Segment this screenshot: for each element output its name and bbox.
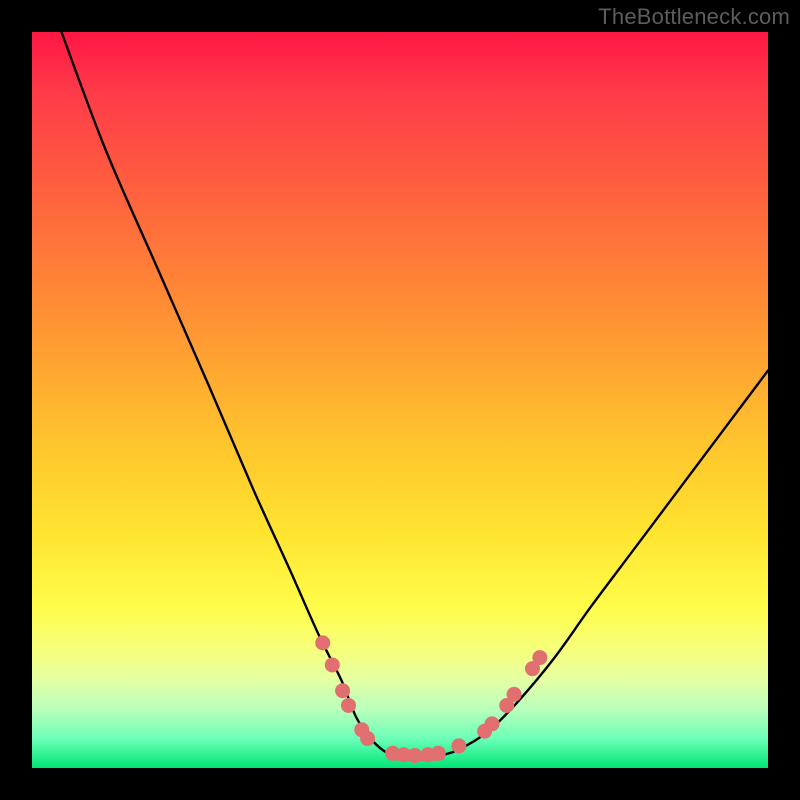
highlight-dots: [315, 635, 547, 763]
highlight-dot: [532, 650, 547, 665]
curve-left: [61, 32, 396, 755]
chart-frame: TheBottleneck.com: [0, 0, 800, 800]
highlight-dot: [485, 716, 500, 731]
highlight-dot: [451, 738, 466, 753]
watermark-label: TheBottleneck.com: [598, 4, 790, 30]
highlight-dot: [407, 748, 422, 763]
curve-right: [440, 371, 768, 756]
highlight-dot: [341, 698, 356, 713]
chart-overlay: [32, 32, 768, 768]
highlight-dot: [315, 635, 330, 650]
highlight-dot: [325, 657, 340, 672]
highlight-dot: [360, 731, 375, 746]
highlight-dot: [431, 746, 446, 761]
highlight-dot: [507, 687, 522, 702]
highlight-dot: [335, 683, 350, 698]
plot-area: [32, 32, 768, 768]
